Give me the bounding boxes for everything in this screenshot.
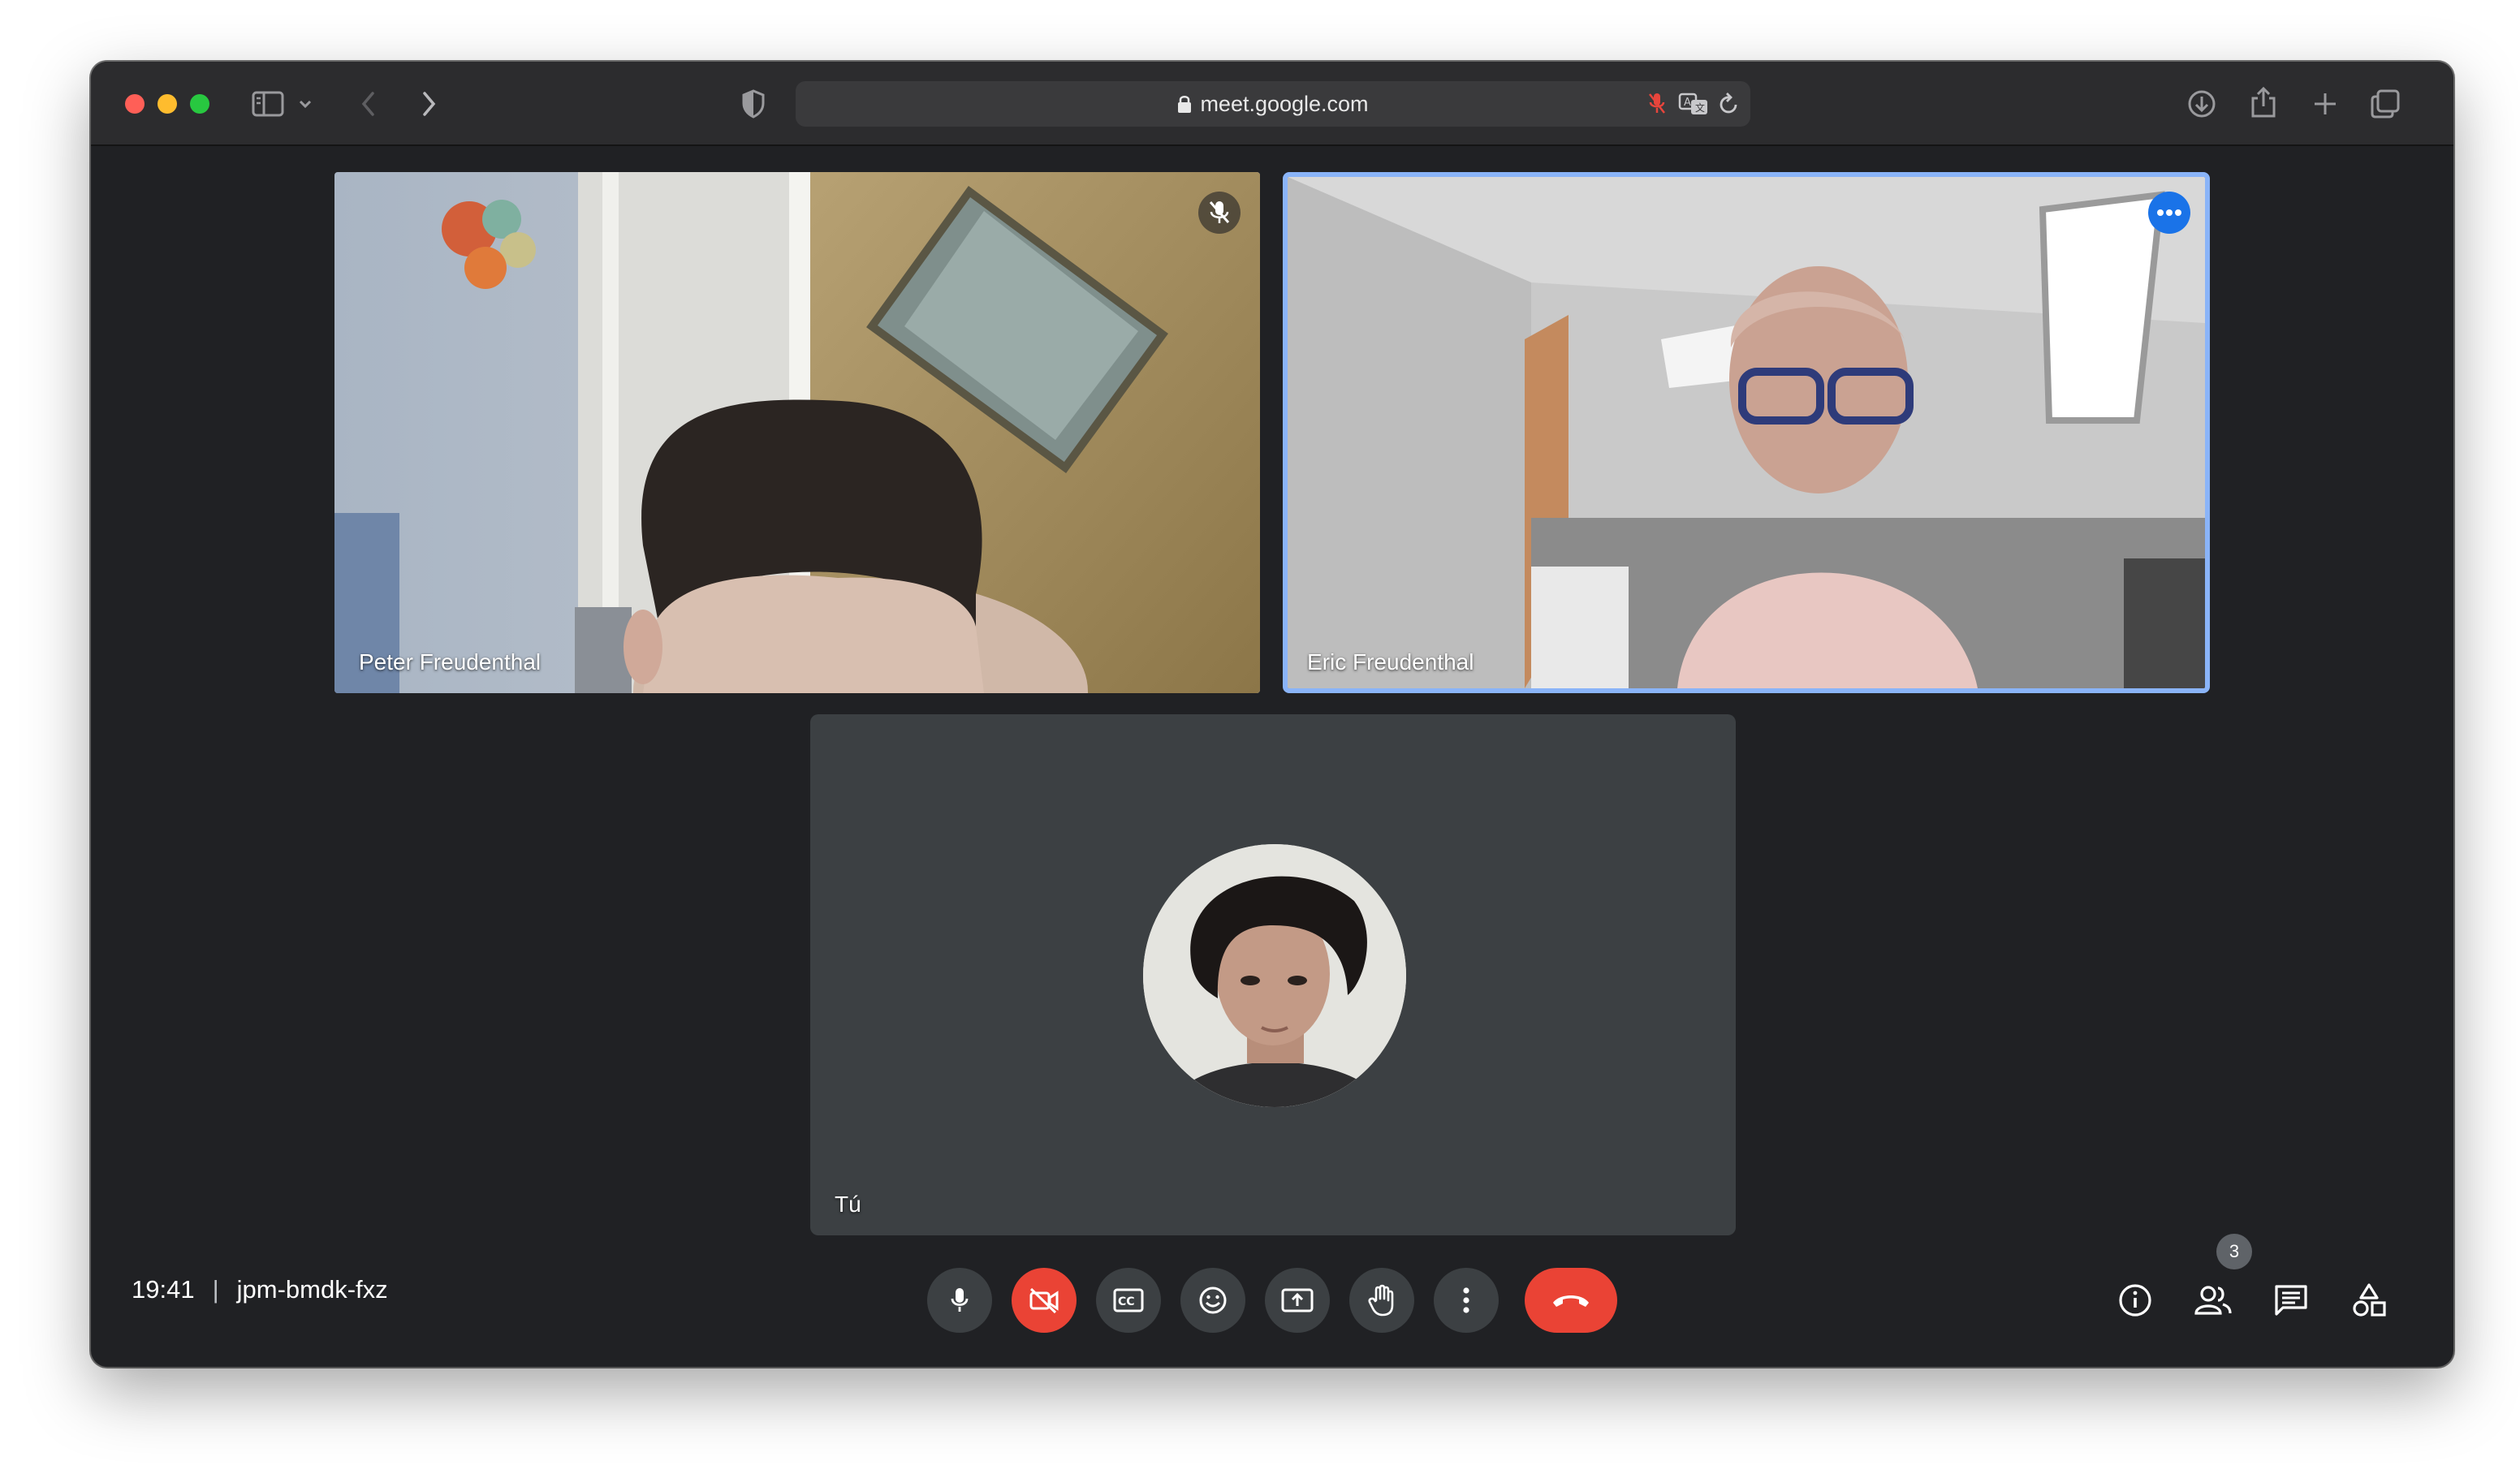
svg-text:A: A [1684, 97, 1691, 109]
download-icon[interactable] [2184, 86, 2220, 122]
mic-muted-badge [1198, 192, 1241, 234]
address-bar[interactable]: meet.google.com A文 [796, 81, 1750, 127]
participant-name: Tú [835, 1192, 861, 1217]
end-call-icon [1553, 1295, 1589, 1307]
people-button[interactable] [2181, 1268, 2246, 1333]
chat-button[interactable] [2259, 1268, 2324, 1333]
participant-name: Peter Freudenthal [359, 649, 542, 675]
activities-icon [2353, 1283, 2386, 1317]
participant-count-badge: 3 [2216, 1234, 2252, 1269]
svg-text:文: 文 [1695, 101, 1705, 114]
emoji-icon [1199, 1287, 1227, 1314]
more-options-button[interactable] [1434, 1268, 1499, 1333]
captions-button[interactable]: CC [1096, 1268, 1161, 1333]
mic-blocked-icon[interactable] [1643, 89, 1671, 119]
back-icon[interactable] [352, 86, 385, 122]
new-tab-icon[interactable] [2307, 86, 2343, 122]
present-screen-icon [1281, 1288, 1314, 1312]
self-tile[interactable]: Tú [810, 714, 1736, 1235]
reactions-button[interactable] [1180, 1268, 1245, 1333]
close-window-button[interactable] [125, 94, 145, 114]
browser-toolbar: meet.google.com A文 [91, 62, 2453, 146]
chat-icon [2275, 1285, 2307, 1316]
tabs-overview-icon[interactable] [2367, 86, 2403, 122]
participant-video [1288, 177, 2205, 688]
camera-off-icon [1029, 1287, 1059, 1314]
minimize-window-button[interactable] [158, 94, 177, 114]
url-text: meet.google.com [1200, 91, 1369, 116]
meeting-time: 19:41 [132, 1275, 195, 1304]
share-icon[interactable] [2246, 83, 2281, 122]
present-button[interactable] [1265, 1268, 1330, 1333]
meeting-details: 19:41 | jpm-bmdk-fxz [132, 1269, 388, 1310]
avatar [1143, 844, 1406, 1107]
activities-button[interactable] [2337, 1268, 2401, 1333]
people-icon [2194, 1286, 2232, 1315]
captions-icon: CC [1113, 1288, 1144, 1312]
lock-icon [1177, 94, 1192, 114]
reload-icon[interactable] [1716, 91, 1742, 117]
more-horiz-icon [2157, 209, 2181, 216]
svg-text:CC: CC [1118, 1295, 1135, 1308]
shield-icon[interactable] [737, 86, 770, 122]
raise-hand-icon [1368, 1284, 1394, 1317]
browser-window: meet.google.com A文 Peter Freudenthal Eri… [91, 62, 2453, 1367]
camera-button[interactable] [1012, 1268, 1077, 1333]
mic-icon [951, 1288, 969, 1312]
translate-icon[interactable]: A文 [1677, 89, 1710, 119]
avatar-image [1143, 844, 1406, 1107]
zoom-window-button[interactable] [190, 94, 209, 114]
mic-off-icon [1209, 201, 1230, 223]
participant-tile-active-speaker[interactable]: Eric Freudenthal [1283, 172, 2210, 693]
participant-video [334, 172, 1260, 693]
chevron-down-icon[interactable] [296, 94, 315, 114]
raise-hand-button[interactable] [1349, 1268, 1414, 1333]
end-call-button[interactable] [1525, 1268, 1617, 1333]
participant-name: Eric Freudenthal [1307, 649, 1474, 675]
meeting-code[interactable]: jpm-bmdk-fxz [237, 1275, 388, 1304]
info-icon [2119, 1284, 2151, 1317]
microphone-button[interactable] [927, 1268, 992, 1333]
forward-icon[interactable] [412, 86, 445, 122]
participant-tile[interactable]: Peter Freudenthal [334, 172, 1260, 693]
sidebar-icon[interactable] [250, 88, 286, 120]
meeting-separator: | [212, 1275, 219, 1304]
more-options-badge[interactable] [2148, 192, 2190, 234]
meeting-info-button[interactable] [2103, 1268, 2168, 1333]
more-options-icon [1463, 1287, 1469, 1313]
